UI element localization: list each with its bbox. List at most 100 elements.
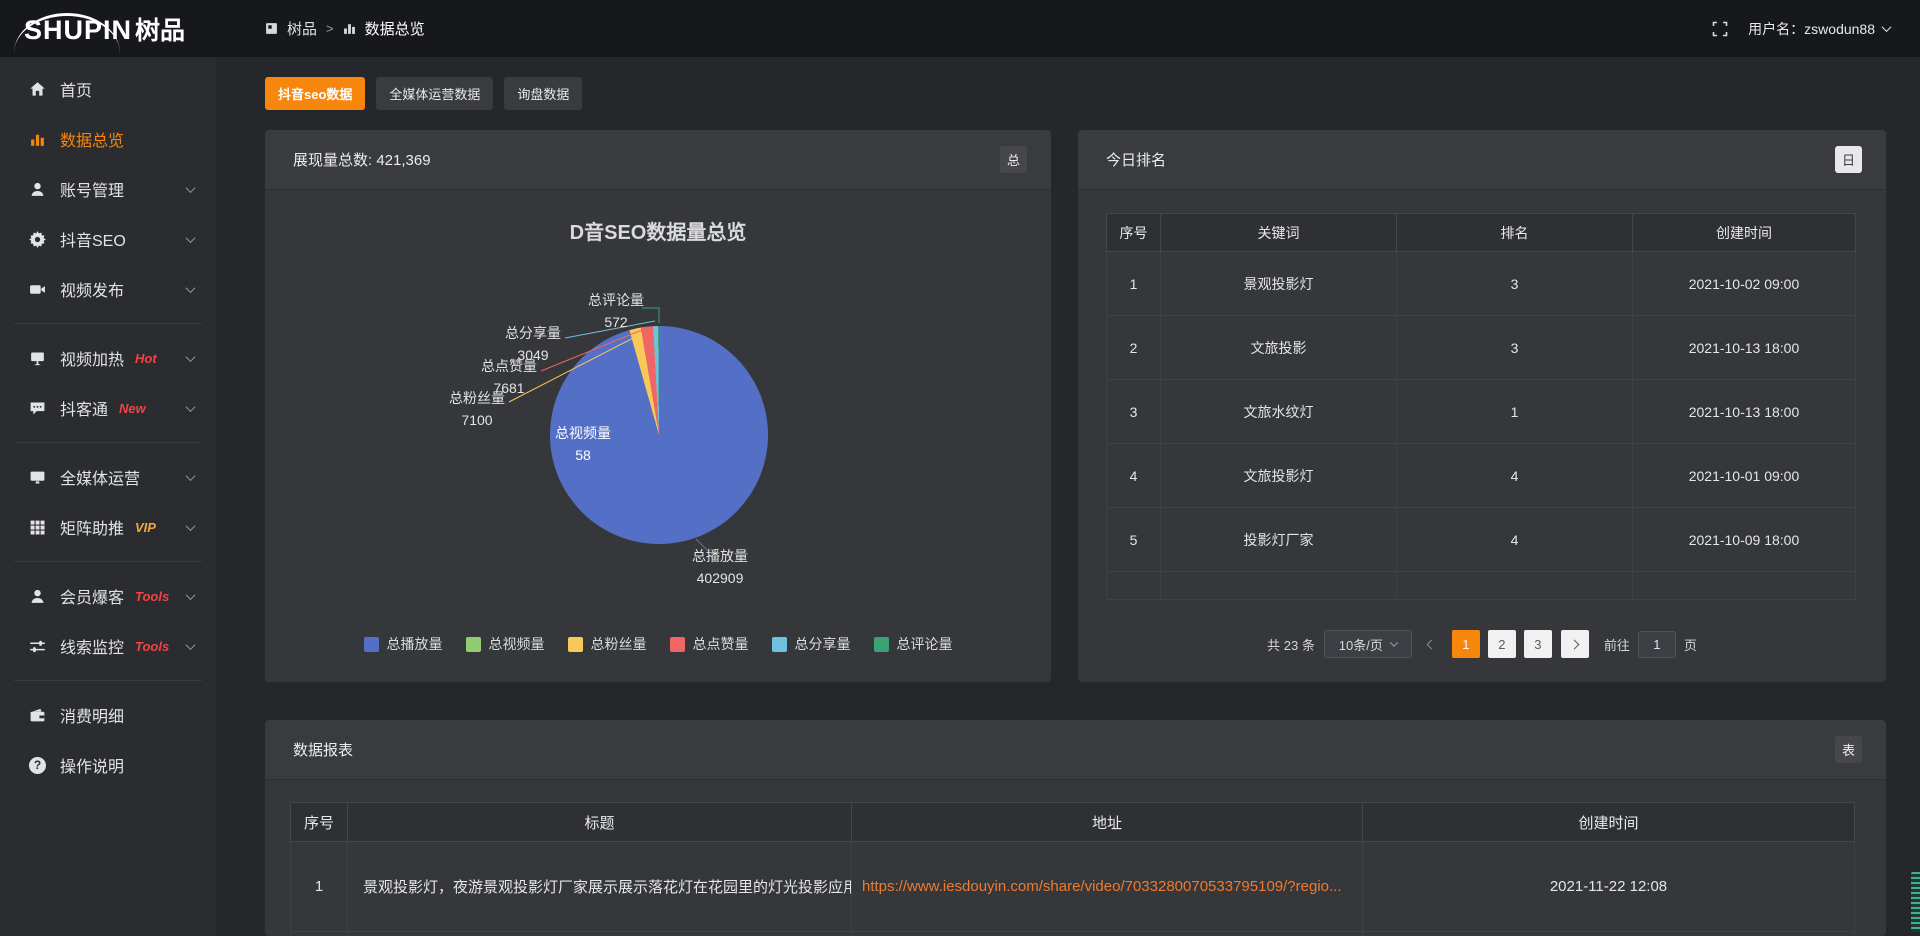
legend-label: 总分享量: [795, 634, 851, 654]
sidebar-item-home[interactable]: 首页: [0, 64, 216, 114]
legend-swatch: [364, 637, 379, 652]
legend-item[interactable]: 总粉丝量: [568, 634, 647, 654]
page-size-select[interactable]: 10条/页: [1324, 630, 1412, 658]
tab-douyin-seo-data[interactable]: 抖音seo数据: [265, 77, 365, 110]
tab-media-operation-data[interactable]: 全媒体运营数据: [376, 77, 493, 110]
topbar-right: 用户名：zswodun88: [1712, 19, 1920, 39]
sidebar-item-data-overview[interactable]: 数据总览: [0, 114, 216, 164]
sidebar-item-account-manage[interactable]: 账号管理: [0, 164, 216, 214]
cell-rank: 4: [1397, 508, 1633, 572]
col-rank: 排名: [1397, 214, 1633, 252]
table-row-empty: [1107, 572, 1856, 600]
user-menu[interactable]: 用户名：zswodun88: [1748, 19, 1890, 39]
grid-icon: [28, 518, 47, 537]
member-icon: [28, 587, 47, 606]
page-button-3[interactable]: 3: [1524, 630, 1552, 658]
col-title: 标题: [348, 803, 852, 842]
sidebar-item-badge: Tools: [135, 639, 169, 654]
cell-created: 2021-11-22 12:08: [1363, 842, 1855, 932]
video-icon: [28, 280, 47, 299]
sidebar-item-operation-guide[interactable]: ? 操作说明: [0, 740, 216, 790]
logo-text-cn: 树品: [135, 11, 185, 47]
sidebar-item-member-burst[interactable]: 会员爆客Tools: [0, 571, 216, 621]
chevron-down-icon: [186, 471, 196, 481]
legend-item[interactable]: 总视频量: [466, 634, 545, 654]
breadcrumb-item-shupin[interactable]: 树品: [287, 18, 317, 39]
sidebar-item-video-publish[interactable]: 视频发布: [0, 264, 216, 314]
goto-page-input[interactable]: [1638, 631, 1676, 658]
chevron-down-icon: [186, 640, 196, 650]
pie-label-comments: 总评论量 572: [586, 290, 646, 333]
cell-index: 5: [1107, 508, 1161, 572]
sidebar-item-label: 线索监控: [60, 634, 124, 658]
username: 用户名：zswodun88: [1748, 19, 1875, 39]
fullscreen-icon[interactable]: [1712, 21, 1728, 37]
monitor-icon: [28, 468, 47, 487]
pie-label-videos: 总视频量 58: [553, 423, 613, 466]
sidebar-item-label: 操作说明: [60, 753, 124, 777]
total-view-badge[interactable]: 总: [1000, 146, 1027, 173]
cell-keyword: 文旅水纹灯: [1161, 380, 1397, 444]
breadcrumb: 树品 > 数据总览: [265, 18, 425, 39]
sidebar-item-douyin-seo[interactable]: 抖音SEO: [0, 214, 216, 264]
legend-item[interactable]: 总分享量: [772, 634, 851, 654]
cell-created: 2021-10-13 18:00: [1633, 380, 1856, 444]
legend-item[interactable]: 总点赞量: [670, 634, 749, 654]
cell-title: 景观投影灯，夜游景观投影灯厂家展示展示落花灯在花园里的灯光投影应用效果 #: [348, 842, 852, 932]
cell-rank: 4: [1397, 444, 1633, 508]
prev-page-button[interactable]: [1421, 630, 1443, 658]
page-button-1[interactable]: 1: [1452, 630, 1480, 658]
app-logo[interactable]: SHUPIN 树品: [0, 11, 216, 47]
chat-icon: [28, 399, 47, 418]
sidebar-item-consume-detail[interactable]: 消费明细: [0, 690, 216, 740]
chevron-down-icon: [186, 402, 196, 412]
chevron-down-icon: [186, 521, 196, 531]
col-index: 序号: [1107, 214, 1161, 252]
legend-swatch: [670, 637, 685, 652]
cell-keyword: 景观投影灯: [1161, 252, 1397, 316]
question-icon: ?: [28, 756, 47, 775]
next-page-button[interactable]: [1561, 630, 1589, 658]
goto-page: 前往 页: [1604, 631, 1697, 658]
ranking-card: 今日排名 日 序号 关键词 排名 创建时间 1景观投影灯32021-10-02 …: [1078, 130, 1886, 682]
overview-card-header: 展现量总数: 421,369 总: [265, 130, 1051, 190]
col-index: 序号: [291, 803, 348, 842]
bar-chart-icon: [343, 22, 356, 35]
sidebar-item-badge: VIP: [135, 520, 156, 535]
topbar: SHUPIN 树品 树品 > 数据总览 用户名：zswodun88: [0, 0, 1920, 57]
sidebar-item-douketong[interactable]: 抖客通New: [0, 383, 216, 433]
chevron-down-icon: [186, 283, 196, 293]
legend-item[interactable]: 总评论量: [874, 634, 953, 654]
chevron-down-icon: [186, 233, 196, 243]
sidebar-item-label: 矩阵助推: [60, 515, 124, 539]
side-float-widget[interactable]: [1911, 872, 1920, 932]
wallet-icon: [28, 706, 47, 725]
cell-keyword: 文旅投影: [1161, 316, 1397, 380]
chart-legend: 总播放量 总视频量 总粉丝量 总点赞量 总分享量 总评论量: [265, 634, 1051, 654]
report-table-header-row: 序号 标题 地址 创建时间: [291, 803, 1855, 842]
daily-view-badge[interactable]: 日: [1835, 146, 1862, 173]
sidebar-divider: [14, 442, 202, 443]
chevron-down-icon: [186, 183, 196, 193]
user-icon: [28, 180, 47, 199]
sidebar-item-media-operation[interactable]: 全媒体运营: [0, 452, 216, 502]
tab-inquiry-data[interactable]: 询盘数据: [504, 77, 582, 110]
page-button-2[interactable]: 2: [1488, 630, 1516, 658]
page-buttons: 123: [1452, 630, 1552, 658]
legend-label: 总视频量: [489, 634, 545, 654]
sidebar-item-clue-monitor[interactable]: 线索监控 Tools: [0, 621, 216, 671]
sidebar-item-label: 账号管理: [60, 177, 124, 201]
sidebar-item-matrix-boost[interactable]: 矩阵助推 VIP: [0, 502, 216, 552]
legend-label: 总点赞量: [693, 634, 749, 654]
video-link[interactable]: https://www.iesdouyin.com/share/video/70…: [862, 878, 1342, 895]
sidebar-item-label: 消费明细: [60, 703, 124, 727]
table-row: 1景观投影灯32021-10-02 09:00: [1107, 252, 1856, 316]
legend-item[interactable]: 总播放量: [364, 634, 443, 654]
table-row-partial: [291, 932, 1855, 936]
sidebar-item-video-heat[interactable]: 视频加热Hot: [0, 333, 216, 383]
cell-created: 2021-10-02 09:00: [1633, 252, 1856, 316]
legend-label: 总粉丝量: [591, 634, 647, 654]
table-row: 1 景观投影灯，夜游景观投影灯厂家展示展示落花灯在花园里的灯光投影应用效果 # …: [291, 842, 1855, 932]
table-view-badge[interactable]: 表: [1835, 736, 1862, 763]
cell-created: 2021-10-13 18:00: [1633, 316, 1856, 380]
